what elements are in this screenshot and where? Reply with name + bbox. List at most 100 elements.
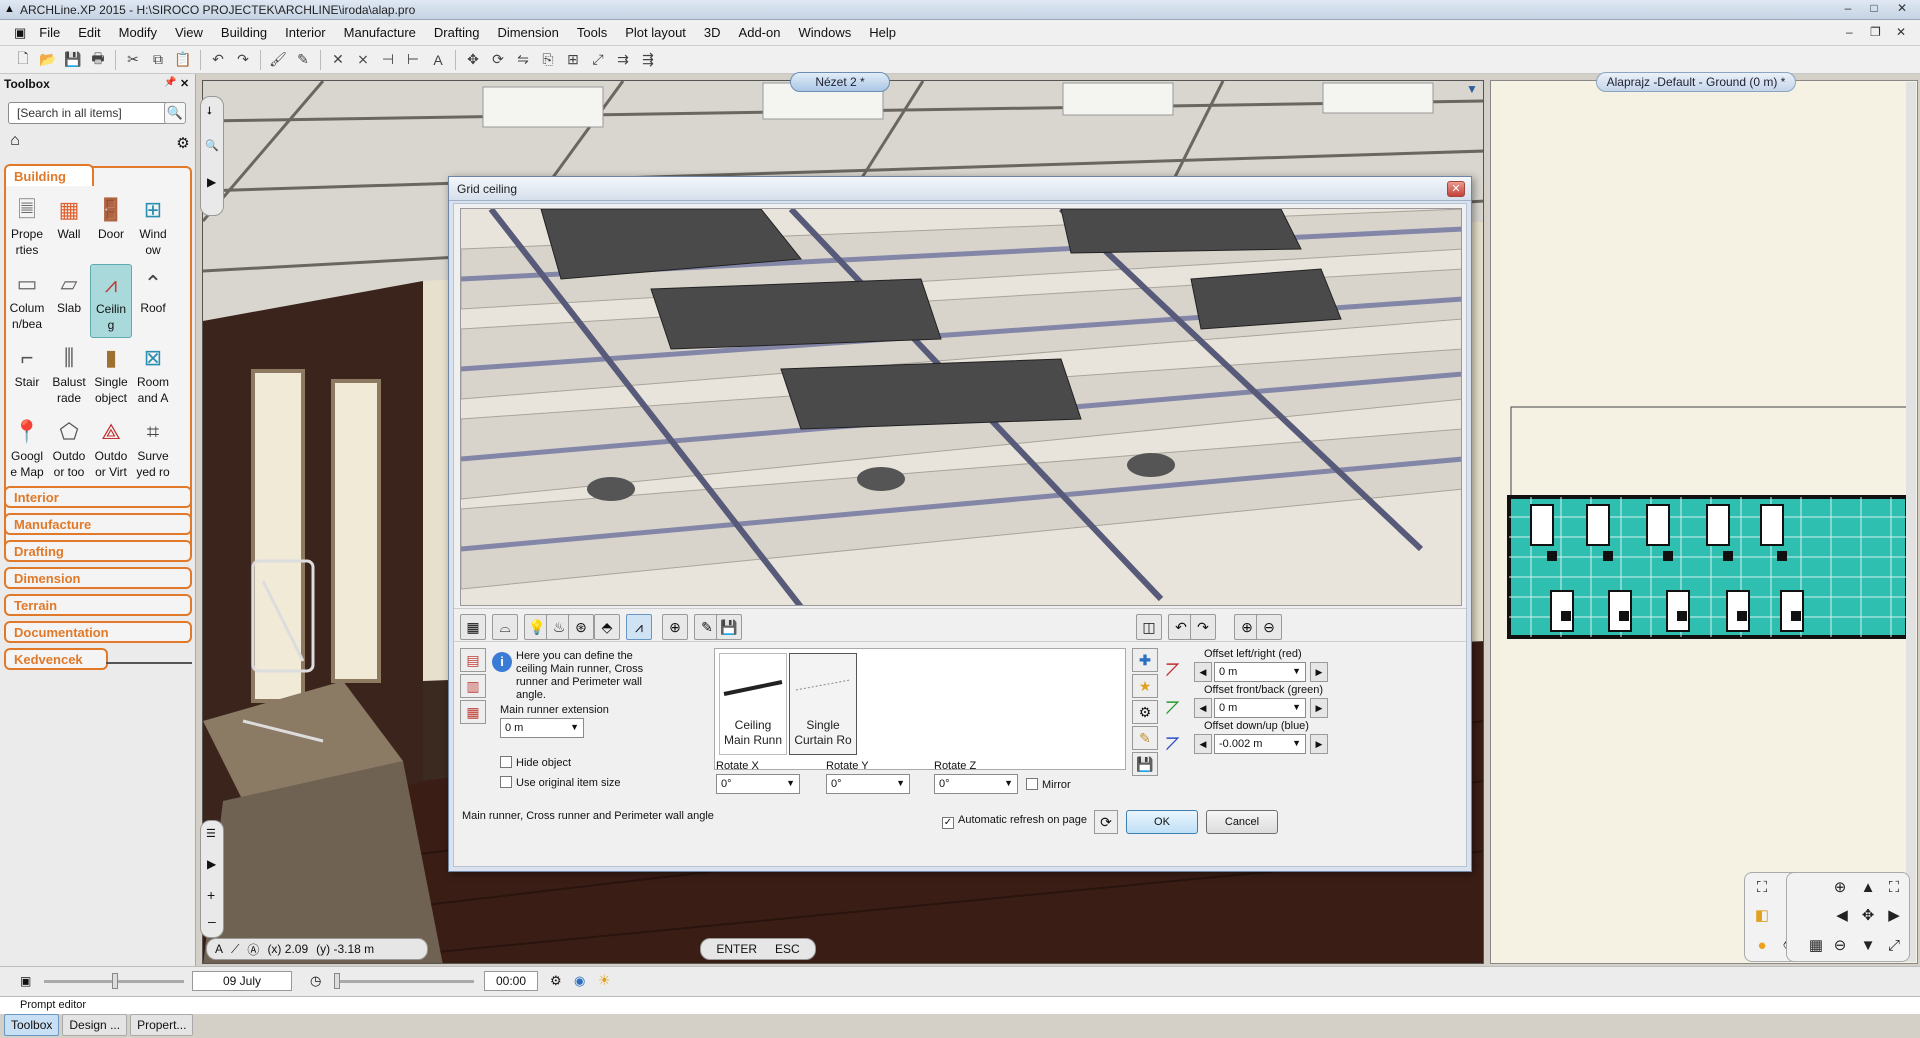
detector-icon[interactable]: ⊛	[568, 614, 594, 640]
sun-icon[interactable]: ●	[1751, 935, 1773, 957]
view-tab-nezet-2[interactable]: Nézet 2 *	[790, 72, 890, 92]
menu-add-on[interactable]: Add-on	[730, 25, 790, 40]
rotate-z-select[interactable]: 0° ▼	[934, 774, 1018, 794]
add-item-button[interactable]: ✚	[1132, 648, 1158, 672]
offset-lr-decrease[interactable]: ◀	[1194, 662, 1212, 682]
rotate-y-select[interactable]: 0° ▼	[826, 774, 910, 794]
delete-icon[interactable]: ✕	[327, 49, 349, 71]
offset-left-right-input[interactable]: 0 m ▼	[1214, 662, 1306, 682]
prompt-editor[interactable]: Prompt editor	[0, 996, 1920, 1014]
tab-design-center[interactable]: Design ...	[62, 1014, 128, 1036]
toolbox-search-input[interactable]: [Search in all items]	[8, 102, 168, 124]
brush-icon[interactable]: 🖌	[267, 49, 289, 71]
menu-building[interactable]: Building	[212, 25, 276, 40]
edit-pencil-icon[interactable]: ✎	[1132, 726, 1158, 750]
calendar-icon[interactable]: ▣	[20, 974, 31, 988]
category-documentation[interactable]: Documentation	[4, 621, 192, 643]
pan-down-icon[interactable]: ▼	[1857, 935, 1879, 957]
zoom-icon[interactable]: 🔍	[205, 139, 219, 152]
coord-mode-icon[interactable]: Ⓐ	[247, 941, 259, 958]
tool-window[interactable]: ⊞ Wind ow	[132, 190, 174, 264]
zoom-in-icon[interactable]: ⊕	[1829, 877, 1851, 899]
settings-icon[interactable]: ⚙	[550, 973, 562, 989]
move-icon[interactable]: ✥	[462, 49, 484, 71]
grid-icon[interactable]: ▦	[1805, 935, 1827, 957]
favorite-star-icon[interactable]: ★	[1132, 674, 1158, 698]
date-field[interactable]: 09 July	[192, 971, 292, 991]
mdi-restore-button[interactable]: ❐	[1870, 25, 1881, 39]
time-slider[interactable]	[334, 980, 474, 983]
print-icon[interactable]: 🖶	[87, 49, 109, 71]
pan-center-icon[interactable]: ✥	[1857, 905, 1879, 927]
undo-icon[interactable]: ↶	[207, 49, 229, 71]
globe-icon[interactable]: ◉	[574, 973, 585, 989]
tool-outdoor-virtual[interactable]: ⟁ Outdo or Virt	[90, 412, 132, 486]
play-icon[interactable]: ▶	[207, 175, 216, 189]
pencil-icon[interactable]: ✎	[292, 49, 314, 71]
zoom-window-icon[interactable]: ⛶	[1883, 877, 1905, 899]
hide-object-checkbox[interactable]: Hide object	[500, 756, 571, 769]
menu-manufacture[interactable]: Manufacture	[335, 25, 425, 40]
checkbox-checked[interactable]: ✓	[942, 817, 954, 829]
mirror-checkbox[interactable]: Mirror	[1026, 778, 1071, 791]
offset-down-up-input[interactable]: -0.002 m ▼	[1214, 734, 1306, 754]
refresh-icon[interactable]: ⟳	[1094, 810, 1118, 834]
paste-icon[interactable]: 📋	[172, 49, 194, 71]
rotate-icon[interactable]: ⟳	[487, 49, 509, 71]
wall-angle-tab[interactable]: ▦	[460, 700, 486, 724]
menu-3d[interactable]: 3D	[695, 25, 730, 40]
category-tab-building[interactable]: Building	[4, 164, 94, 186]
use-original-size-checkbox[interactable]: Use original item size	[500, 776, 621, 789]
menu-tools[interactable]: Tools	[568, 25, 616, 40]
tool-ceiling[interactable]: ⩘ Ceilin g	[90, 264, 132, 338]
category-kedvencek[interactable]: Kedvencek	[4, 648, 108, 670]
menu-modify[interactable]: Modify	[110, 25, 166, 40]
menu-windows[interactable]: Windows	[789, 25, 860, 40]
item-single-curtain-rod[interactable]: Single Curtain Ro	[789, 653, 857, 755]
cut-icon[interactable]: ✂	[122, 49, 144, 71]
trim-icon[interactable]: ⨯	[352, 49, 374, 71]
menu-drafting[interactable]: Drafting	[425, 25, 489, 40]
enter-key[interactable]: ENTER	[716, 942, 757, 956]
menu-file[interactable]: File	[30, 25, 69, 40]
offset-fb-decrease[interactable]: ◀	[1194, 698, 1212, 718]
ceiling-preview[interactable]	[460, 208, 1462, 606]
play-icon[interactable]: ▶	[207, 857, 216, 871]
time-field[interactable]: 00:00	[484, 971, 538, 991]
tool-stair[interactable]: ⌐ Stair	[6, 338, 48, 412]
offset-ud-decrease[interactable]: ◀	[1194, 734, 1212, 754]
pan-up-icon[interactable]: ▲	[1857, 877, 1879, 899]
snap-icon[interactable]: ⟋	[231, 942, 239, 957]
category-dimension[interactable]: Dimension	[4, 567, 192, 589]
view-tab-alaprajz[interactable]: Alaprajz -Default - Ground (0 m) *	[1596, 72, 1796, 92]
main-runner-extension-select[interactable]: 0 m ▼	[500, 718, 584, 738]
tool-single-object[interactable]: ▮ Single object	[90, 338, 132, 412]
offset-ud-increase[interactable]: ▶	[1310, 734, 1328, 754]
tile-settings-icon[interactable]: ⬘	[594, 614, 620, 640]
menu-plot-layout[interactable]: Plot layout	[616, 25, 695, 40]
checkbox-box[interactable]	[500, 776, 512, 788]
grid-pattern-icon[interactable]: ▦	[460, 614, 486, 640]
save-icon[interactable]: 💾	[62, 49, 84, 71]
tool-balustrade[interactable]: ⫼ Balust rade	[48, 338, 90, 412]
category-interior[interactable]: Interior	[4, 486, 192, 508]
text-style-icon[interactable]: A	[427, 49, 449, 71]
tool-surveyed-room[interactable]: ⌗ Surve yed ro	[132, 412, 174, 486]
dialog-close-button[interactable]: ✕	[1447, 181, 1465, 197]
maximize-button[interactable]: □	[1862, 1, 1886, 18]
cancel-button[interactable]: Cancel	[1206, 810, 1278, 834]
search-icon[interactable]: 🔍	[164, 102, 186, 124]
menu-help[interactable]: Help	[860, 25, 905, 40]
rotate-x-select[interactable]: 0° ▼	[716, 774, 800, 794]
main-runner-tab[interactable]: ▤	[460, 648, 486, 672]
mdi-close-button[interactable]: ✕	[1896, 25, 1906, 39]
3d-view-icon[interactable]: ◫	[1136, 614, 1162, 640]
checkbox-box[interactable]	[1026, 778, 1038, 790]
save-icon[interactable]: 💾	[716, 614, 742, 640]
tool-google-map[interactable]: 📍 Googl e Map	[6, 412, 48, 486]
camera-icon[interactable]: ⛶	[1751, 877, 1773, 899]
pin-icon[interactable]: 📌	[164, 77, 176, 88]
clock-icon[interactable]: ◷	[310, 973, 321, 989]
cross-runner-tab[interactable]: ▥	[460, 674, 486, 698]
close-button[interactable]: ✕	[1890, 1, 1914, 18]
